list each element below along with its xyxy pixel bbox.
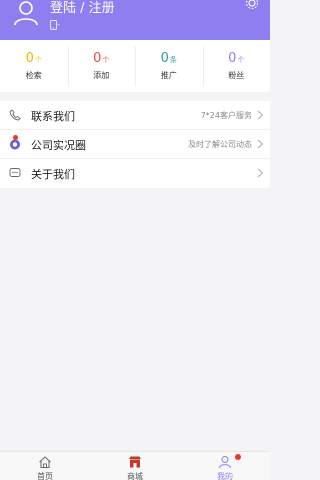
- menu-item-subtitle: 7*24客户服务: [200, 111, 252, 120]
- menu-item-subtitle: 及时了解公司动态: [188, 140, 252, 149]
- notification-dot: [235, 454, 241, 460]
- settings-gear-icon[interactable]: [245, 0, 259, 10]
- tab-label: 我的: [217, 472, 233, 480]
- stats-bar: 0个 检索 0个 添加 0条 推广 0个 粉丝: [0, 40, 270, 92]
- stat-fans[interactable]: 0个 粉丝: [202, 40, 271, 92]
- mobile-phone-icon: [50, 20, 57, 30]
- tab-shop[interactable]: 商城: [90, 452, 180, 480]
- bottom-tab-bar: 首页 商城 我的: [0, 451, 270, 480]
- stat-value: 0个: [228, 51, 245, 66]
- profile-header: 登陆 / 注册 -: [0, 0, 270, 40]
- chevron-right-icon: [257, 110, 264, 120]
- tab-mine[interactable]: 我的: [180, 452, 270, 480]
- menu-item-contact[interactable]: 联系我们 7*24客户服务: [0, 101, 270, 130]
- phone-line: -: [50, 20, 60, 30]
- user-icon: [219, 456, 231, 469]
- tab-label: 首页: [37, 472, 53, 480]
- stat-value: 0个: [93, 51, 110, 66]
- stat-label: 推广: [160, 71, 177, 80]
- chevron-right-icon: [257, 168, 264, 178]
- menu-item-company-moments[interactable]: 公司实况圈 及时了解公司动态: [0, 130, 270, 159]
- stat-add[interactable]: 0个 添加: [67, 40, 136, 92]
- stat-label: 添加: [93, 71, 110, 80]
- stat-value: 0条: [160, 51, 177, 66]
- stat-label: 检索: [25, 71, 42, 80]
- chevron-right-icon: [257, 139, 264, 149]
- shop-icon: [129, 456, 141, 468]
- menu-item-title: 公司实况圈: [31, 139, 86, 152]
- home-icon: [39, 456, 51, 468]
- chat-bubble-icon: [9, 168, 21, 177]
- tab-home[interactable]: 首页: [0, 452, 90, 480]
- stat-value: 0个: [25, 51, 42, 66]
- menu-list: 联系我们 7*24客户服务 公司实况圈 及时了解公司动态 关于我们: [0, 101, 270, 188]
- tab-label: 商城: [127, 472, 143, 480]
- phone-icon: [9, 109, 21, 121]
- menu-item-title: 关于我们: [31, 168, 75, 181]
- notification-dot: [13, 135, 18, 140]
- stat-label: 粉丝: [228, 71, 245, 80]
- stat-search[interactable]: 0个 检索: [0, 40, 68, 92]
- menu-item-about[interactable]: 关于我们: [0, 159, 270, 188]
- phone-number: -: [57, 20, 61, 30]
- stat-promote[interactable]: 0条 推广: [135, 40, 203, 92]
- menu-item-title: 联系我们: [31, 110, 75, 123]
- login-register-link[interactable]: 登陆 / 注册: [50, 0, 115, 18]
- avatar-icon[interactable]: [13, 0, 39, 26]
